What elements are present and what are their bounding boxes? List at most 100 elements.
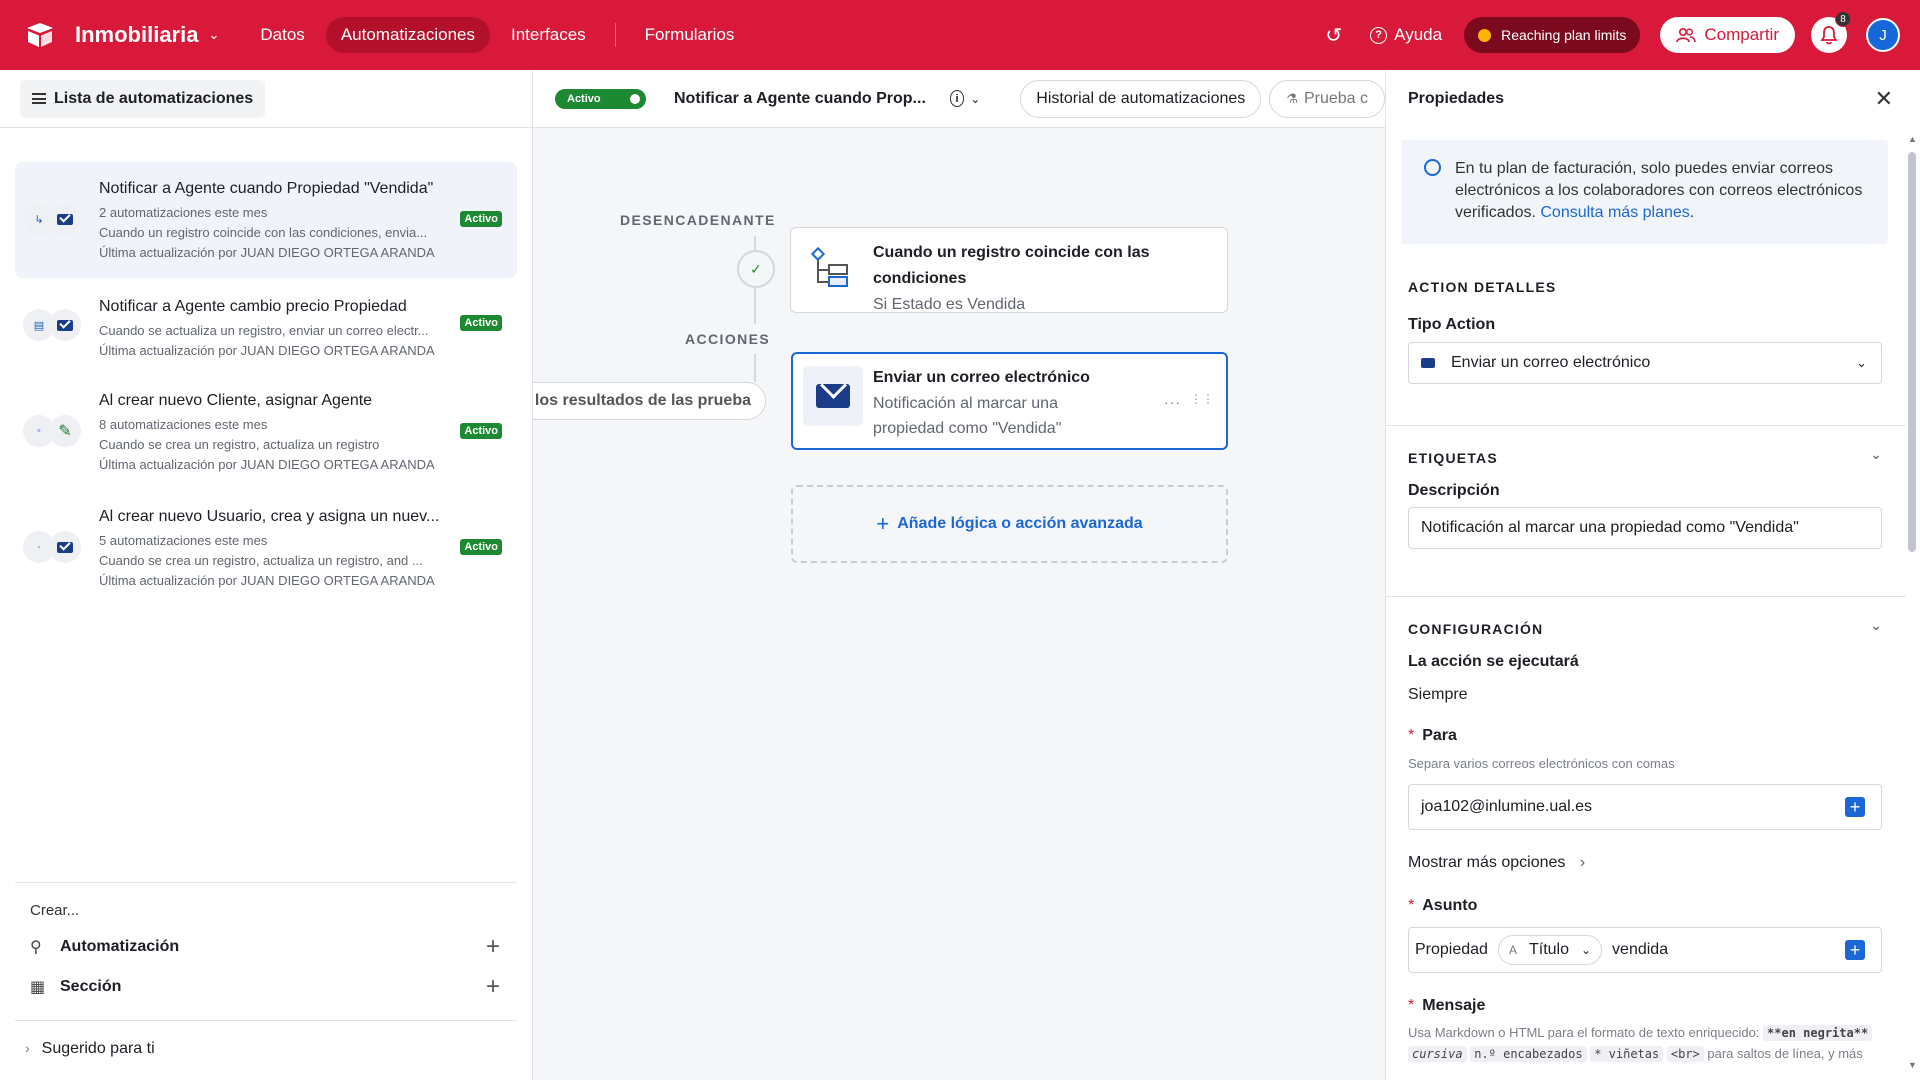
insert-field-plus-icon[interactable]: + xyxy=(1845,940,1865,960)
base-name: Inmobiliaria xyxy=(75,22,199,47)
plan-limits-label: Reaching plan limits xyxy=(1501,27,1627,43)
action-type-select[interactable]: Enviar un correo electrónico ⌄ xyxy=(1408,342,1882,384)
share-button[interactable]: Compartir xyxy=(1660,17,1795,53)
automation-description: Cuando se crea un registro, actualiza un… xyxy=(99,553,423,568)
help-button[interactable]: ? Ayuda xyxy=(1370,25,1442,45)
add-advanced-logic-button[interactable]: + Añade lógica o acción avanzada xyxy=(791,485,1228,563)
automation-item[interactable]: ▤ Notificar a Agente cambio precio Propi… xyxy=(15,278,517,374)
nav-automatizaciones[interactable]: Automatizaciones xyxy=(325,17,490,53)
nav-formularios[interactable]: Formularios xyxy=(630,17,750,53)
automation-item[interactable]: ↳ Notificar a Agente cuando Propiedad "V… xyxy=(15,162,517,278)
automation-runs: 5 automatizaciones este mes xyxy=(99,533,268,548)
trigger-card[interactable]: Cuando un registro coincide con las cond… xyxy=(790,227,1228,313)
scrollbar-thumb[interactable] xyxy=(1908,152,1916,552)
active-toggle[interactable]: Activo xyxy=(555,88,646,109)
subject-label: * Asunto xyxy=(1408,897,1477,915)
canvas-header: Activo Notificar a Agente cuando Prop...… xyxy=(533,70,1385,128)
show-more-options-button[interactable]: Mostrar más opciones › xyxy=(1408,854,1585,872)
description-input[interactable]: Notificación al marcar una propiedad com… xyxy=(1408,507,1882,549)
test-button-label: Prueba c xyxy=(1303,89,1368,107)
scroll-down-icon[interactable]: ▼ xyxy=(1908,1060,1917,1070)
chevron-down-icon[interactable]: ⌄ xyxy=(1870,446,1882,463)
markdown-hint: Usa Markdown o HTML para el formato de t… xyxy=(1408,1025,1873,1041)
create-automation-button[interactable]: ⚲ Automatización + xyxy=(30,932,500,962)
notifications-button[interactable]: 8 xyxy=(1811,11,1851,53)
automation-icons: ▤ xyxy=(23,308,81,342)
show-more-options-label: Mostrar más opciones xyxy=(1408,854,1566,871)
nav-datos[interactable]: Datos xyxy=(245,17,319,53)
create-label: Crear... xyxy=(30,902,80,919)
required-marker: * xyxy=(1408,727,1415,744)
automation-updated: Última actualización por JUAN DIEGO ORTE… xyxy=(99,245,435,260)
user-avatar[interactable]: J xyxy=(1866,18,1900,52)
automation-list-toggle[interactable]: Lista de automatizaciones xyxy=(20,79,266,118)
help-label: Ayuda xyxy=(1394,25,1443,44)
to-hint: Separa varios correos electrónicos con c… xyxy=(1408,756,1675,771)
to-email-input[interactable]: joa102@inlumine.ual.es + xyxy=(1408,784,1882,830)
subject-input[interactable]: Propiedad A Título ⌄ vendida + xyxy=(1408,927,1882,973)
chevron-down-icon: ⌄ xyxy=(208,27,220,42)
field-token[interactable]: A Título ⌄ xyxy=(1497,935,1603,965)
email-icon xyxy=(49,531,81,563)
action-type-value: Enviar un correo electrónico xyxy=(1451,354,1651,371)
tags-section-toggle[interactable]: ETIQUETAS xyxy=(1408,450,1498,466)
history-icon[interactable]: ↺ xyxy=(1325,23,1342,48)
to-email-value: joa102@inlumine.ual.es xyxy=(1421,798,1593,815)
to-label: * Para xyxy=(1408,727,1457,745)
action-title: Enviar un correo electrónico xyxy=(873,369,1090,386)
create-automation-label: Automatización xyxy=(60,938,180,955)
configuration-section-toggle[interactable]: CONFIGURACIÓN xyxy=(1408,621,1543,637)
email-icon xyxy=(803,366,863,426)
bell-icon xyxy=(1820,26,1838,45)
more-plans-link[interactable]: Consulta más planes xyxy=(1540,204,1689,221)
automation-list: ↳ Notificar a Agente cuando Propiedad "V… xyxy=(15,162,517,606)
automation-item[interactable]: ⋅ Al crear nuevo Usuario, crea y asigna … xyxy=(15,490,517,606)
automation-item[interactable]: ◦ ✎ Al crear nuevo Cliente, asignar Agen… xyxy=(15,374,517,490)
markdown-hint-text: Usa Markdown o HTML para el formato de t… xyxy=(1408,1025,1760,1040)
run-condition-value[interactable]: Siempre xyxy=(1408,686,1468,704)
action-description: Notificación al marcar una propiedad com… xyxy=(873,395,1062,437)
test-button[interactable]: ⚗ Prueba c xyxy=(1269,79,1385,118)
action-type-label: Tipo Action xyxy=(1408,316,1496,333)
properties-header: Propiedades ✕ xyxy=(1386,70,1920,128)
period: . xyxy=(1689,204,1695,221)
description-value: Notificación al marcar una propiedad com… xyxy=(1421,519,1799,536)
actions-section-label: ACCIONES xyxy=(685,331,771,347)
message-label: * Mensaje xyxy=(1408,997,1485,1015)
automation-history-button[interactable]: Historial de automatizaciones xyxy=(1020,79,1262,118)
automation-title: Notificar a Agente cuando Propiedad "Ven… xyxy=(99,180,434,197)
connector-line xyxy=(754,354,756,382)
create-section-button[interactable]: ▦ Sección + xyxy=(30,972,500,1002)
chevron-down-icon[interactable]: ⌄ xyxy=(1870,617,1882,634)
automation-icons: ◦ ✎ xyxy=(23,414,81,448)
status-badge: Activo xyxy=(460,423,502,439)
chevron-down-icon[interactable]: ⌄ xyxy=(970,92,980,106)
use-test-results-button[interactable]: Usar los resultados de las prueba xyxy=(533,382,766,420)
plan-limits-button[interactable]: Reaching plan limits xyxy=(1464,17,1641,53)
description-label: Descripción xyxy=(1408,482,1500,499)
base-name-menu[interactable]: Inmobiliaria ⌄ xyxy=(75,22,219,48)
app-logo-icon[interactable] xyxy=(25,21,55,49)
share-label: Compartir xyxy=(1704,25,1779,44)
text-field-icon: A xyxy=(1508,943,1517,957)
toggle-knob xyxy=(627,90,643,107)
markdown-headers-example: n.º encabezados xyxy=(1470,1046,1587,1062)
nav-interfaces[interactable]: Interfaces xyxy=(496,17,601,53)
left-panel-header: Lista de automatizaciones xyxy=(0,70,532,128)
table-icon: ▦ xyxy=(30,979,46,996)
automation-canvas: Activo Notificar a Agente cuando Prop...… xyxy=(533,70,1385,1080)
insert-field-plus-icon[interactable]: + xyxy=(1845,797,1865,817)
automation-list-panel: Lista de automatizaciones ↳ Notificar a … xyxy=(0,70,533,1080)
subject-suffix: vendida xyxy=(1612,941,1669,958)
scroll-up-icon[interactable]: ▲ xyxy=(1908,134,1917,144)
drag-handle-icon[interactable]: ⋮⋮ xyxy=(1190,392,1214,406)
vertical-scrollbar[interactable]: ▲ ▼ xyxy=(1908,134,1917,1070)
more-options-icon[interactable]: ··· xyxy=(1164,394,1181,410)
info-icon[interactable]: i xyxy=(949,90,965,107)
main-nav: Datos Automatizaciones Interfaces Formul… xyxy=(245,17,749,53)
suggested-toggle[interactable]: › Sugerido para ti xyxy=(25,1040,155,1058)
automation-name[interactable]: Notificar a Agente cuando Prop... xyxy=(674,90,926,108)
close-icon[interactable]: ✕ xyxy=(1875,86,1893,112)
action-card[interactable]: Enviar un correo electrónico Notificació… xyxy=(791,352,1228,450)
top-right-actions: ↺ ? Ayuda Reaching plan limits Compartir… xyxy=(1325,0,1900,70)
